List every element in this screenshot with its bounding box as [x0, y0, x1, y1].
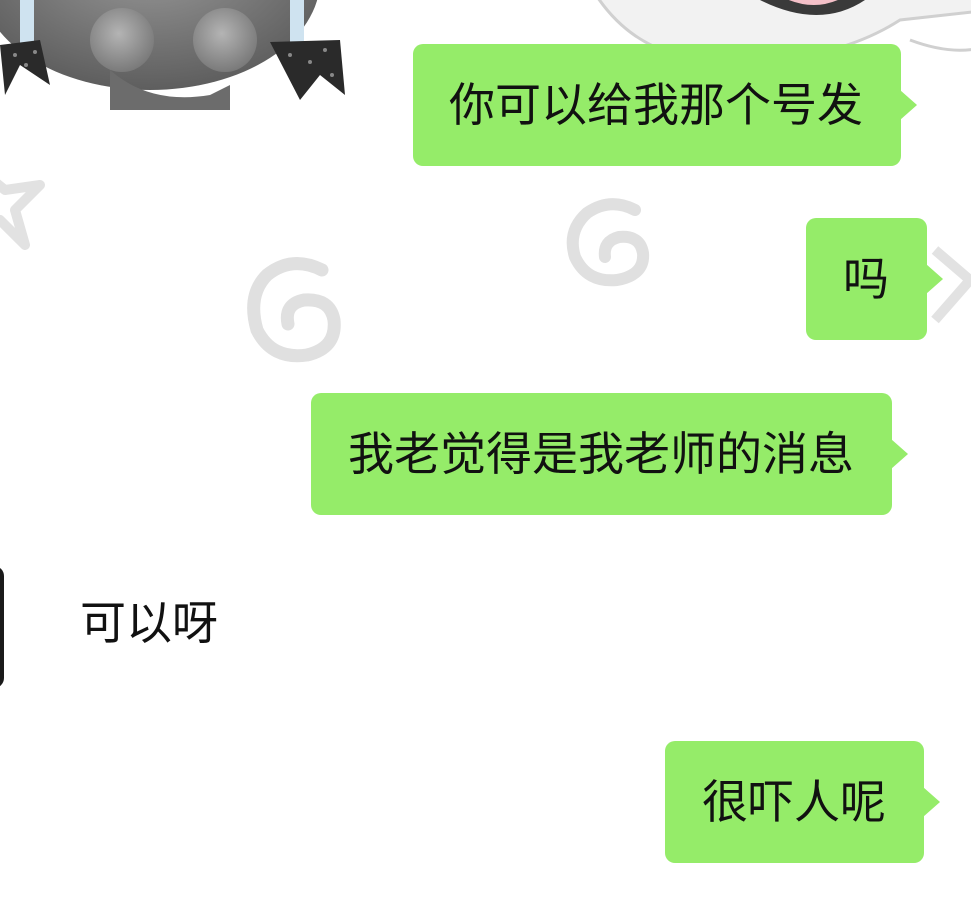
- message-text: 很吓人呢: [702, 775, 886, 829]
- message-text: 我老觉得是我老师的消息: [348, 427, 854, 481]
- contact-avatar[interactable]: [0, 566, 4, 688]
- message-text: 吗: [843, 252, 889, 306]
- outgoing-message-bubble[interactable]: 吗: [806, 218, 943, 340]
- incoming-message-bubble[interactable]: 可以呀: [80, 600, 218, 646]
- star-icon: [0, 179, 45, 250]
- outgoing-message-bubble[interactable]: 你可以给我那个号发: [413, 44, 917, 166]
- cartoon-character-icon: [0, 0, 345, 110]
- swirl-icon: [566, 198, 650, 287]
- outgoing-message-bubble[interactable]: 很吓人呢: [665, 741, 940, 863]
- message-text: 可以呀: [80, 596, 218, 650]
- message-text: 你可以给我那个号发: [449, 78, 863, 132]
- chat-area[interactable]: 你可以给我那个号发 吗 我老觉得是我老师的消息 可以呀 很吓人呢: [0, 0, 971, 899]
- outgoing-message-bubble[interactable]: 我老觉得是我老师的消息: [311, 393, 908, 515]
- swirl-icon: [247, 257, 341, 363]
